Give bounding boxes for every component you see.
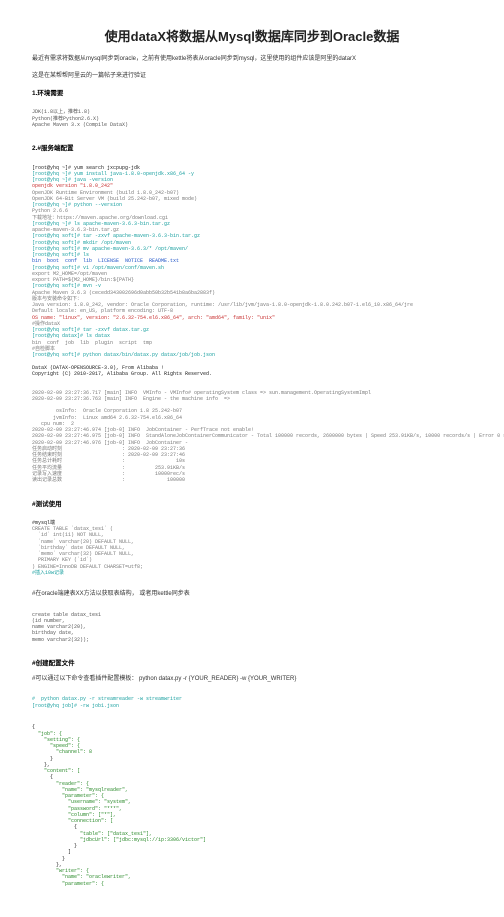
- section-1-heading: 1.环境需要: [32, 87, 472, 97]
- datax-cmd-code: # python datax.py -r streamreader -w str…: [32, 690, 472, 715]
- mysql-test-code: #mysql端 CREATE TABLE `datax_tes1` ( `id`…: [32, 514, 472, 583]
- job-json-config: { "job": { "setting": { "speed": { "chan…: [32, 718, 472, 893]
- oracle-table-code: create table datax_tes1 (id number, name…: [32, 605, 472, 649]
- env-requirements: JDK(1.8以上，推荐1.8) Python(推荐Python2.6.X) A…: [32, 103, 472, 134]
- section-4-heading: #创建配置文件: [32, 657, 472, 667]
- intro-paragraph: 最近有需求将数据从mysql同步到oracle，之前有使用kettle将表从or…: [32, 55, 472, 64]
- section-2-heading: 2.#服务端配置: [32, 142, 472, 152]
- link-note: 这是在某帮帮阿里云的一篇帖子来进行验证: [32, 70, 472, 79]
- page-title: 使用dataX将数据从Mysql数据库同步到Oracle数据: [32, 26, 472, 45]
- section-3-heading: #测试使用: [32, 498, 472, 508]
- template-cmd-note: #可以通过以下命令查看插件配置模板： python datax.py -r {Y…: [32, 673, 472, 682]
- oracle-hint: #在oracle端建表XX方法以获取表结构， 或者用kettle同步表: [32, 588, 472, 597]
- server-config-code: [root@yhq ~]# yum search jxcpupg-jdk [ro…: [32, 158, 472, 489]
